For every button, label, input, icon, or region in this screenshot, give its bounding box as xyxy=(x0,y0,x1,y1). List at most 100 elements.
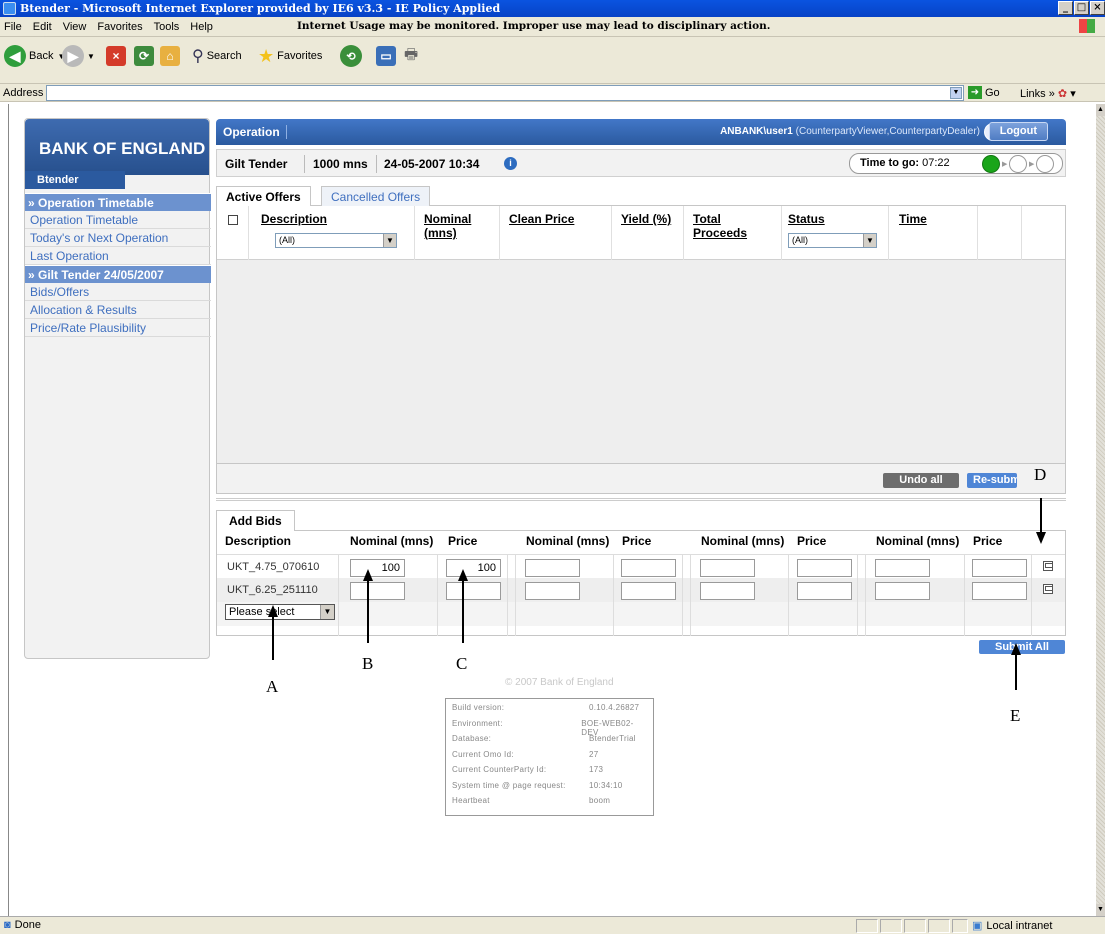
star-icon: ★ xyxy=(258,45,275,66)
logout-button[interactable]: Logout xyxy=(988,122,1048,141)
build-label: Environment: xyxy=(452,718,503,728)
nominal-input[interactable] xyxy=(700,559,755,577)
price-input[interactable]: 100 xyxy=(446,559,501,577)
build-value: boom xyxy=(589,796,611,805)
search-button[interactable]: ⚲ Search xyxy=(192,41,242,71)
menu-view[interactable]: View xyxy=(63,21,87,33)
build-value: 10:34:10 xyxy=(589,780,623,790)
sidebar-item-allocation-results[interactable]: Allocation & Results xyxy=(25,301,211,319)
sidebar-item-operation-timetable[interactable]: Operation Timetable xyxy=(25,211,211,229)
sidebar-heading-timetable[interactable]: » Operation Timetable xyxy=(25,193,211,211)
sidebar-item-last-operation[interactable]: Last Operation xyxy=(25,247,211,265)
price-input[interactable] xyxy=(797,582,852,600)
build-info: Build version: 0.10.4.26827 Environment: B… xyxy=(445,698,654,816)
bid-description: UKT_4.75_070610 xyxy=(227,561,320,573)
printer-icon: 🖶 xyxy=(404,45,419,63)
col-description[interactable]: Description xyxy=(261,212,327,226)
history-button[interactable]: ⟲ xyxy=(340,41,365,71)
close-button[interactable]: × xyxy=(1090,1,1105,15)
col-status[interactable]: Status xyxy=(788,212,825,226)
links-button[interactable]: Links » ✿ ▾ xyxy=(1020,87,1076,100)
scroll-up-icon[interactable]: ▲ xyxy=(1096,104,1105,116)
zone-label: Local intranet xyxy=(986,919,1053,932)
forward-button[interactable]: ▶ ▼ xyxy=(62,41,95,71)
col-time[interactable]: Time xyxy=(899,212,927,226)
sidebar-item-plausibility[interactable]: Price/Rate Plausibility xyxy=(25,319,211,337)
tab-active-offers[interactable]: Active Offers xyxy=(216,186,311,207)
info-icon[interactable]: i xyxy=(504,157,517,170)
sidebar-heading-gilt-tender[interactable]: » Gilt Tender 24/05/2007 xyxy=(25,265,211,283)
menu-file[interactable]: File xyxy=(4,21,22,33)
print-button[interactable]: 🖶 xyxy=(404,41,418,71)
back-label: Back xyxy=(29,50,54,62)
nominal-input[interactable] xyxy=(525,582,580,600)
nominal-input[interactable] xyxy=(875,582,930,600)
go-button[interactable]: ➜ Go xyxy=(968,86,1000,99)
refresh-button[interactable]: ⟳ xyxy=(134,41,154,71)
time-to-go-value: 07:22 xyxy=(922,157,950,169)
annotation-d: D xyxy=(1034,465,1047,484)
bids-col-nominal-2: Nominal (mns) xyxy=(526,534,610,548)
sidebar-item-todays-operation[interactable]: Today's or Next Operation xyxy=(25,229,211,247)
tender-info-bar: Gilt Tender 1000 mns 24-05-2007 10:34 i … xyxy=(216,149,1066,177)
stop-button[interactable]: × xyxy=(106,41,126,71)
minimize-button[interactable]: _ xyxy=(1058,1,1073,15)
undo-all-button[interactable]: Undo all xyxy=(883,473,959,488)
bids-col-price-2: Price xyxy=(622,534,652,548)
col-nominal[interactable]: Nominal (mns) xyxy=(424,212,484,240)
status-filter[interactable]: (All) ▼ xyxy=(788,233,877,248)
address-dropdown-icon[interactable]: ▼ xyxy=(950,87,962,99)
search-label: Search xyxy=(206,50,242,62)
links-label: Links xyxy=(1020,88,1046,100)
intranet-icon: ▣ xyxy=(972,920,983,932)
col-total-proceeds[interactable]: Total Proceeds xyxy=(693,212,763,240)
nominal-input[interactable] xyxy=(350,582,405,600)
nominal-input[interactable] xyxy=(875,559,930,577)
instrument-select[interactable]: Please select ▼ xyxy=(225,604,335,620)
select-all-checkbox[interactable] xyxy=(228,215,238,225)
instrument-select-value: Please select xyxy=(229,606,295,618)
tab-add-bids[interactable]: Add Bids xyxy=(216,510,295,531)
status-light-empty-icon xyxy=(1036,155,1054,173)
price-input[interactable] xyxy=(621,582,676,600)
submit-all-button[interactable]: Submit All xyxy=(979,640,1065,654)
offer-actions: Undo all Re-submit xyxy=(216,464,1066,494)
bid-description: UKT_6.25_251110 xyxy=(227,584,318,596)
col-clean-price[interactable]: Clean Price xyxy=(509,212,574,226)
build-value: 27 xyxy=(589,749,599,759)
nominal-input[interactable] xyxy=(525,559,580,577)
nominal-input[interactable] xyxy=(700,582,755,600)
go-arrow-icon: ➜ xyxy=(968,86,982,99)
save-icon[interactable] xyxy=(1043,561,1053,571)
address-input[interactable] xyxy=(46,85,964,101)
nominal-input[interactable]: 100 xyxy=(350,559,405,577)
media-button[interactable]: ▭ xyxy=(376,41,396,71)
favorites-button[interactable]: ★ Favorites xyxy=(258,41,322,71)
price-input[interactable] xyxy=(797,559,852,577)
home-button[interactable]: ⌂ xyxy=(160,41,180,71)
price-input[interactable] xyxy=(972,582,1027,600)
tender-type: Gilt Tender xyxy=(225,157,288,171)
tab-cancelled-offers[interactable]: Cancelled Offers xyxy=(321,186,431,206)
bids-col-nominal-3: Nominal (mns) xyxy=(701,534,785,548)
menu-tools[interactable]: Tools xyxy=(154,21,180,33)
menu-help[interactable]: Help xyxy=(190,21,213,33)
save-icon[interactable] xyxy=(1043,584,1053,594)
vertical-scrollbar[interactable]: ▲ ▼ xyxy=(1096,104,1105,916)
sidebar-item-bids-offers[interactable]: Bids/Offers xyxy=(25,283,211,301)
menu-edit[interactable]: Edit xyxy=(33,21,52,33)
annotation-b: B xyxy=(362,654,374,673)
menu-favorites[interactable]: Favorites xyxy=(97,21,142,33)
description-filter[interactable]: (All) ▼ xyxy=(275,233,397,248)
home-icon: ⌂ xyxy=(160,46,180,66)
offers-tabs: Active Offers Cancelled Offers xyxy=(216,186,1066,207)
price-input[interactable] xyxy=(972,559,1027,577)
maximize-button[interactable]: □ xyxy=(1074,1,1089,15)
price-input[interactable] xyxy=(621,559,676,577)
price-input[interactable] xyxy=(446,582,501,600)
back-button[interactable]: ◀ Back ▼ xyxy=(4,41,65,71)
window-title: Btender - Microsoft Internet Explorer pr… xyxy=(20,2,501,15)
scroll-down-icon[interactable]: ▼ xyxy=(1096,904,1105,916)
resubmit-button[interactable]: Re-submit xyxy=(967,473,1017,488)
col-yield[interactable]: Yield (%) xyxy=(621,212,671,226)
